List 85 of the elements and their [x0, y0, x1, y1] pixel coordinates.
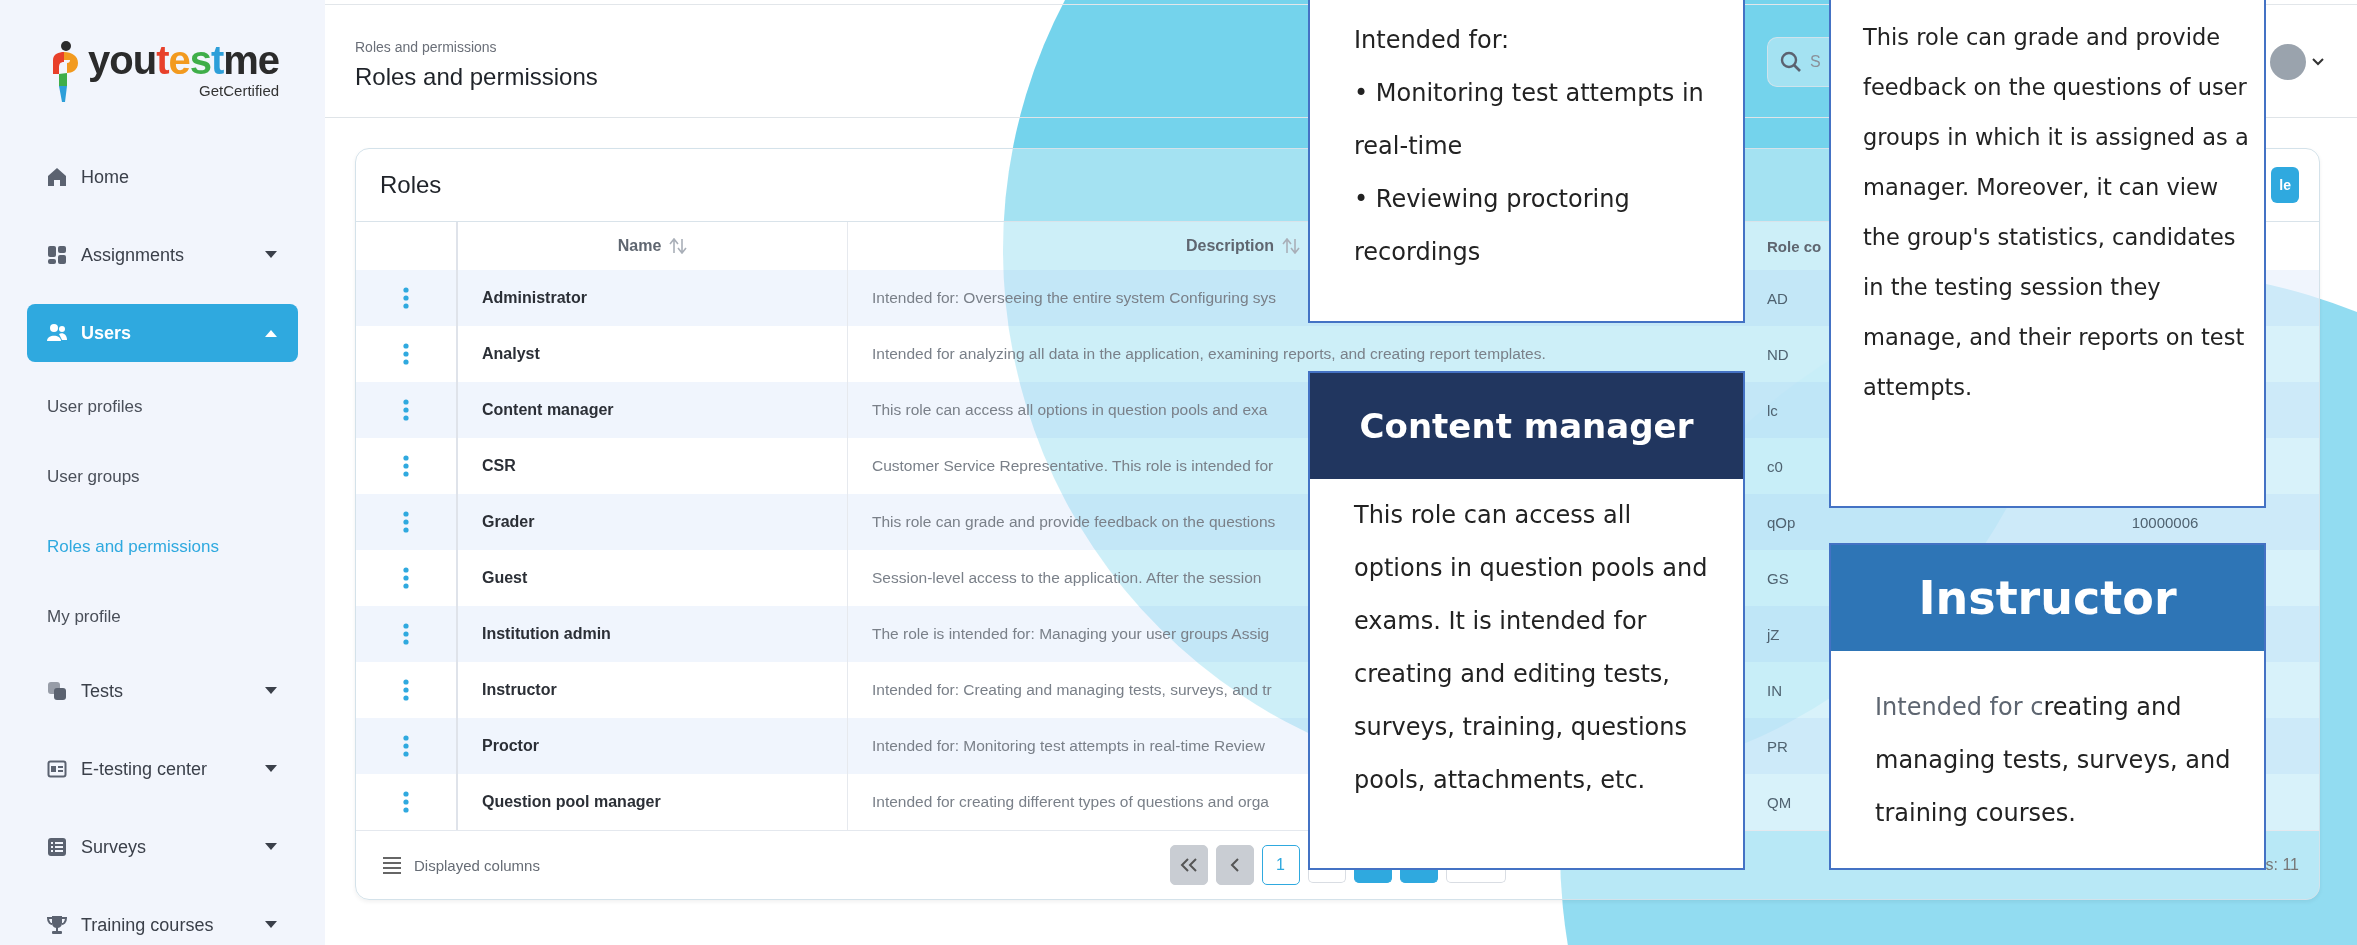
- id-card-icon: [47, 759, 67, 779]
- kebab-menu-icon: [403, 511, 409, 533]
- chevron-down-icon: [2312, 58, 2324, 66]
- card-text: This role can access all options in question pools and exams. It is intended for creating and editing tests, surveys, training, questions pools, attachments, etc.: [1353, 500, 1709, 796]
- card-text-line: Intended for:: [1354, 25, 1511, 56]
- role-code: lc: [1767, 401, 1778, 419]
- nav-item[interactable]: Tests: [27, 662, 298, 720]
- role-code: GS: [1767, 569, 1789, 587]
- role-name: Guest: [482, 569, 528, 587]
- kebab-menu-icon: [403, 343, 409, 365]
- total-count: s: 11: [2265, 856, 2299, 874]
- role-description: Intended for: Monitoring test attempts in real-time Review: [872, 737, 1265, 755]
- role-code: PR: [1767, 737, 1788, 755]
- role-code: jZ: [1767, 625, 1780, 643]
- role-name: Analyst: [482, 345, 540, 363]
- search-field[interactable]: S: [1767, 37, 1829, 87]
- page-title: Roles and permissions: [355, 63, 598, 91]
- kebab-menu-icon: [403, 399, 409, 421]
- nav-subitem[interactable]: User groups: [27, 442, 298, 512]
- search-icon: [1780, 51, 1802, 73]
- card-text: Intended for creating and managing tests, surveys, and training courses.: [1874, 692, 2232, 829]
- kebab-menu-icon: [403, 455, 409, 477]
- previous-page-button[interactable]: [1215, 845, 1254, 885]
- role-description: This role can access all options in question pools and exa: [872, 401, 1268, 419]
- kebab-menu-icon: [403, 287, 409, 309]
- kebab-menu-icon: [403, 567, 409, 589]
- table-cell: 10000006: [2131, 513, 2199, 531]
- role-name: Administrator: [482, 289, 587, 307]
- role-code: AD: [1767, 289, 1788, 307]
- card-text-line: • Monitoring test attempts in real-time: [1354, 78, 1705, 162]
- nav-item[interactable]: E-testing center: [27, 740, 298, 798]
- nav-item[interactable]: Assignments: [27, 226, 298, 284]
- logo-tagline: GetCertified: [199, 82, 280, 99]
- chevron-left-icon: [1229, 858, 1240, 872]
- kebab-menu-icon: [403, 791, 409, 813]
- nav-item[interactable]: Surveys: [27, 818, 298, 876]
- card-title: Roles: [380, 171, 442, 199]
- role-code: qOp: [1767, 513, 1796, 531]
- logo-wordmark: youtestme: [88, 40, 280, 80]
- trophy-icon: [47, 915, 67, 935]
- avatar[interactable]: [2270, 44, 2306, 80]
- first-page-button[interactable]: [1169, 845, 1208, 885]
- list-icon: [47, 837, 67, 857]
- list-icon: [382, 856, 402, 874]
- breadcrumb: Roles and permissions: [355, 39, 497, 55]
- card-heading: Content manager: [1310, 373, 1743, 479]
- column-header[interactable]: Description: [1186, 237, 1274, 255]
- role-name: Proctor: [482, 737, 539, 755]
- stacked-squares-icon: [47, 681, 67, 701]
- role-description: This role can grade and provide feedback on the questions: [872, 513, 1276, 531]
- nav-item[interactable]: Home: [27, 148, 298, 206]
- role-name: Content manager: [482, 401, 614, 419]
- card-text-line: • Reviewing proctoring recordings: [1354, 184, 1631, 268]
- role-name: Question pool manager: [482, 793, 661, 811]
- card-heading: Instructor: [1831, 545, 2264, 651]
- column-header[interactable]: Role co: [1767, 237, 1822, 255]
- role-name: Institution admin: [482, 625, 611, 643]
- role-description: Intended for: Creating and managing tests, surveys, and tr: [872, 681, 1272, 699]
- displayed-columns-button[interactable]: Displayed columns: [376, 855, 546, 875]
- search-input[interactable]: S: [1810, 53, 1824, 71]
- kebab-menu-icon: [403, 623, 409, 645]
- role-description: Intended for analyzing all data in the application, examining reports, and creating report templates.: [872, 345, 1546, 363]
- role-description: Intended for creating different types of questions and orga: [872, 793, 1269, 811]
- users-icon: [47, 323, 67, 343]
- nav-subitem[interactable]: My profile: [27, 582, 298, 652]
- role-code: c0: [1767, 457, 1783, 475]
- card-text: This role can grade and provide feedback on the questions of user groups in which it is assigned as a manager. Moreover, it can view the group's statistics, candidates in the testing session they manage, and their reports on test attempts.: [1862, 23, 2250, 402]
- kebab-menu-icon: [403, 679, 409, 701]
- nav-item[interactable]: Training courses: [27, 896, 298, 945]
- role-description: Session-level access to the application. After the session: [872, 569, 1262, 587]
- role-description: Customer Service Representative. This role is intended for: [872, 457, 1274, 475]
- role-code: IN: [1767, 681, 1782, 699]
- role-code: ND: [1767, 345, 1789, 363]
- role-description: The role is intended for: Managing your user groups Assig: [872, 625, 1270, 643]
- role-description: Intended for: Overseeing the entire system Configuring sys: [872, 289, 1277, 307]
- column-header[interactable]: Name: [617, 237, 662, 255]
- dashboard-icon: [47, 245, 67, 265]
- role-name: Instructor: [482, 681, 557, 699]
- role-name: Grader: [482, 513, 535, 531]
- home-icon: [47, 167, 67, 187]
- nav-subitem[interactable]: User profiles: [27, 372, 298, 442]
- role-name: CSR: [482, 457, 516, 475]
- double-chevron-left-icon: [1179, 858, 1198, 872]
- role-code: QM: [1767, 793, 1792, 811]
- kebab-menu-icon: [403, 735, 409, 757]
